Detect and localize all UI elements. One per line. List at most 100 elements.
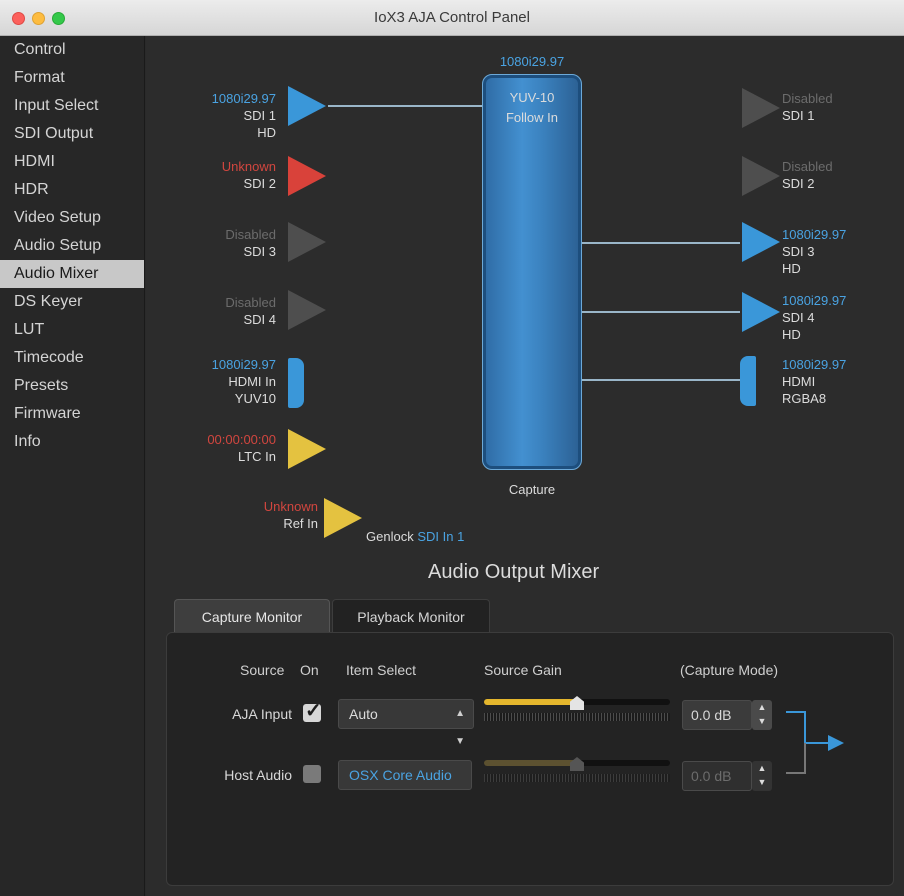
input-ref-format: Unknown xyxy=(263,499,318,514)
route-vertical-line-dim xyxy=(804,743,806,773)
row1-source-label: AJA Input xyxy=(232,706,292,722)
input-sdi2-arrow-icon[interactable] xyxy=(288,156,326,196)
sidebar-item-presets[interactable]: Presets xyxy=(0,372,144,400)
output-sdi3-format: 1080i29.97 xyxy=(782,227,847,242)
input-hdmi-label: 1080i29.97 HDMI In YUV10 xyxy=(146,356,276,407)
genlock-label: Genlock SDI In 1 xyxy=(366,528,464,545)
output-hdmi-label: 1080i29.97 HDMI RGBA8 xyxy=(782,356,846,407)
input-hdmi-connector-icon[interactable] xyxy=(288,358,304,408)
route-top-line xyxy=(786,711,806,713)
header-on: On xyxy=(300,662,319,678)
sidebar-item-info[interactable]: Info xyxy=(0,428,144,456)
input-ref-arrow-icon[interactable] xyxy=(324,498,362,538)
input-ltc-arrow-icon[interactable] xyxy=(288,429,326,469)
genlock-source[interactable]: SDI In 1 xyxy=(417,529,464,544)
input-hdmi-format: 1080i29.97 xyxy=(211,357,276,372)
row1-item-select[interactable]: Auto ▲ ▼ xyxy=(338,699,474,747)
row2-gain-fill xyxy=(484,760,577,766)
sidebar: Control Format Input Select SDI Output H… xyxy=(0,36,145,896)
sidebar-item-sdi-output[interactable]: SDI Output xyxy=(0,120,144,148)
output-sdi2-arrow-icon[interactable] xyxy=(742,156,780,196)
input-sdi1-arrow-icon[interactable] xyxy=(288,86,326,126)
input-sdi2-format: Unknown xyxy=(221,159,276,174)
main-panel: 1080i29.97 SDI 1 HD Unknown SDI 2 Disabl… xyxy=(146,36,904,896)
route-output-line xyxy=(806,742,830,744)
output-hdmi-connector-icon[interactable] xyxy=(740,356,756,406)
sidebar-item-hdmi[interactable]: HDMI xyxy=(0,148,144,176)
row2-level-meter xyxy=(484,774,670,782)
row2-gain-field[interactable]: 0.0 dB xyxy=(682,761,752,791)
center-format: 1080i29.97 xyxy=(499,54,565,69)
row1-gain-stepper[interactable]: ▲ ▼ xyxy=(752,700,772,730)
input-sdi3-arrow-icon[interactable] xyxy=(288,222,326,262)
row1-gain-fill xyxy=(484,699,577,705)
tab-playback-monitor[interactable]: Playback Monitor xyxy=(332,599,490,633)
checkmark-icon: ✓ xyxy=(305,700,322,722)
route-bottom-line xyxy=(786,772,806,774)
input-sdi1-connection-line xyxy=(328,105,482,107)
sidebar-item-firmware[interactable]: Firmware xyxy=(0,400,144,428)
sidebar-item-audio-mixer[interactable]: Audio Mixer xyxy=(0,260,144,288)
output-sdi1-arrow-icon[interactable] xyxy=(742,88,780,128)
sidebar-item-lut[interactable]: LUT xyxy=(0,316,144,344)
row2-item-value: OSX Core Audio xyxy=(349,767,452,783)
output-sdi4-arrow-icon[interactable] xyxy=(742,292,780,332)
output-sdi4-label: 1080i29.97 SDI 4 HD xyxy=(782,292,846,343)
center-line2: Follow In xyxy=(505,110,559,125)
title-bar: IoX3 AJA Control Panel xyxy=(0,0,904,36)
sidebar-item-timecode[interactable]: Timecode xyxy=(0,344,144,372)
output-sdi2-format: Disabled xyxy=(782,159,833,174)
input-sdi4-arrow-icon[interactable] xyxy=(288,290,326,330)
row1-on-checkbox[interactable]: ✓ xyxy=(303,700,322,722)
sidebar-item-audio-setup[interactable]: Audio Setup xyxy=(0,232,144,260)
output-sdi4-detail: HD xyxy=(782,327,801,342)
input-ltc-timecode: 00:00:00:00 xyxy=(207,432,276,447)
input-hdmi-detail: YUV10 xyxy=(234,391,276,406)
header-source: Source xyxy=(240,662,285,678)
input-sdi1-detail: HD xyxy=(257,125,276,140)
input-ltc-name: LTC In xyxy=(237,449,276,464)
output-sdi1-name: SDI 1 xyxy=(782,108,815,123)
input-sdi3-format: Disabled xyxy=(225,227,276,242)
output-sdi3-label: 1080i29.97 SDI 3 HD xyxy=(782,226,846,277)
header-source-gain: Source Gain xyxy=(484,662,562,678)
input-sdi3-name: SDI 3 xyxy=(243,244,276,259)
sidebar-item-ds-keyer[interactable]: DS Keyer xyxy=(0,288,144,316)
row1-item-value: Auto xyxy=(349,706,378,722)
row1-gain-field[interactable]: 0.0 dB xyxy=(682,700,752,730)
output-sdi1-label: Disabled SDI 1 xyxy=(782,90,833,124)
row1-level-meter xyxy=(484,713,670,721)
output-sdi2-name: SDI 2 xyxy=(782,176,815,191)
input-sdi2-label: Unknown SDI 2 xyxy=(146,158,276,192)
frame-buffer-block[interactable] xyxy=(482,74,582,470)
output-hdmi-name: HDMI xyxy=(782,374,816,389)
route-arrow-icon xyxy=(828,735,844,751)
sidebar-item-hdr[interactable]: HDR xyxy=(0,176,144,204)
output-sdi3-arrow-icon[interactable] xyxy=(742,222,780,262)
output-hdmi-format: 1080i29.97 xyxy=(782,357,847,372)
input-sdi4-label: Disabled SDI 4 xyxy=(146,294,276,328)
sidebar-item-video-setup[interactable]: Video Setup xyxy=(0,204,144,232)
row2-source-label: Host Audio xyxy=(224,767,292,783)
row2-on-checkbox[interactable] xyxy=(303,765,321,783)
row2-gain-stepper[interactable]: ▲ ▼ xyxy=(752,761,772,791)
output-sdi3-detail: HD xyxy=(782,261,801,276)
header-capture-mode: (Capture Mode) xyxy=(680,662,779,678)
output-sdi2-label: Disabled SDI 2 xyxy=(782,158,833,192)
row2-item-select[interactable]: OSX Core Audio xyxy=(338,760,472,790)
output-hdmi-connection-line xyxy=(582,379,740,381)
window-title: IoX3 AJA Control Panel xyxy=(374,9,530,26)
sidebar-item-control[interactable]: Control xyxy=(0,36,144,64)
output-sdi4-format: 1080i29.97 xyxy=(782,293,847,308)
input-sdi1-format: 1080i29.97 xyxy=(211,91,276,106)
sidebar-item-input-select[interactable]: Input Select xyxy=(0,92,144,120)
output-sdi3-name: SDI 3 xyxy=(782,244,815,259)
output-hdmi-detail: RGBA8 xyxy=(782,391,827,406)
sidebar-item-format[interactable]: Format xyxy=(0,64,144,92)
header-item-select: Item Select xyxy=(346,662,417,678)
output-sdi4-name: SDI 4 xyxy=(782,310,815,325)
input-sdi1-label: 1080i29.97 SDI 1 HD xyxy=(146,90,276,141)
output-sdi1-format: Disabled xyxy=(782,91,833,106)
center-line1: YUV-10 xyxy=(509,90,555,105)
tab-capture-monitor[interactable]: Capture Monitor xyxy=(174,599,330,633)
